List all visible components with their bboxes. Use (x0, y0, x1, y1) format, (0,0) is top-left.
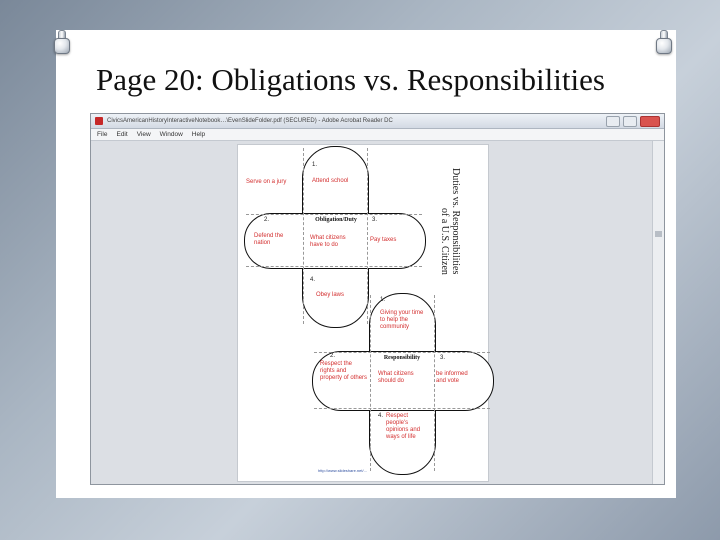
acrobat-icon (95, 117, 103, 125)
minimize-button[interactable] (606, 116, 620, 127)
obligation-item-3: Pay taxes (370, 237, 397, 243)
vertical-scrollbar[interactable] (652, 141, 664, 484)
close-button[interactable] (640, 116, 660, 127)
obligation-number-4: 4. (310, 277, 316, 283)
responsibility-center-label: Responsibility (383, 355, 421, 361)
responsibility-item-1: Giving your time to help the community (380, 310, 424, 330)
responsibility-divider-bottom (314, 408, 490, 409)
obligation-center-label: Obligation/Duty (315, 217, 357, 223)
obligation-item-2: Defend the nation (254, 233, 284, 246)
obligation-number-1: 1. (312, 162, 318, 168)
window-title: CivicsAmericanHistoryInteractiveNotebook… (107, 118, 393, 124)
obligation-divider-bottom (246, 266, 422, 267)
responsibility-item-2: Respect the rights and property of other… (320, 361, 368, 381)
responsibility-divider-right (434, 295, 435, 471)
obligation-outside-left: Serve on a jury (246, 179, 287, 185)
obligation-item-4: Obey laws (316, 292, 345, 298)
responsibility-item-4: Respect people's opinions and ways of li… (386, 413, 421, 440)
document-vertical-title: Duties vs. Responsibilities of a U.S. Ci… (439, 168, 461, 275)
obligation-divider-left (303, 148, 304, 324)
responsibility-divider-left (370, 295, 371, 471)
responsibility-number-2: 2. (330, 353, 336, 359)
footer-url[interactable]: http://www.slideshare.net/... (318, 468, 367, 473)
responsibility-item-3: be informed and vote (436, 371, 468, 384)
obligation-item-1: Attend school (312, 178, 349, 184)
menu-bar: File Edit View Window Help (91, 129, 664, 141)
menu-file[interactable]: File (97, 129, 107, 140)
menu-edit[interactable]: Edit (116, 129, 127, 140)
responsibility-number-3: 3. (440, 355, 446, 361)
responsibility-number-4: 4. (378, 413, 384, 419)
binder-ring-left-icon (54, 38, 70, 54)
slide-title: Page 20: Obligations vs. Responsibilitie… (96, 62, 605, 97)
acrobat-window: CivicsAmericanHistoryInteractiveNotebook… (90, 113, 665, 485)
obligation-divider-top (246, 214, 422, 215)
responsibility-number-1: 1. (380, 297, 386, 303)
maximize-button[interactable] (623, 116, 637, 127)
obligation-center-note: What citizens have to do (310, 235, 346, 248)
pdf-page: 1. Attend school Serve on a jury 2. Defe… (237, 144, 494, 482)
document-area[interactable]: 1. Attend school Serve on a jury 2. Defe… (91, 141, 664, 484)
binder-ring-right-icon (656, 38, 672, 54)
menu-window[interactable]: Window (160, 129, 183, 140)
obligation-number-2: 2. (264, 217, 270, 223)
window-titlebar: CivicsAmericanHistoryInteractiveNotebook… (91, 114, 664, 129)
scrollbar-thumb[interactable] (655, 231, 662, 237)
vertical-title-line-2: of a U.S. Citizen (439, 208, 450, 275)
responsibility-center-note: What citizens should do (378, 371, 414, 384)
obligation-number-3: 3. (372, 217, 378, 223)
menu-help[interactable]: Help (192, 129, 205, 140)
vertical-title-line-1: Duties vs. Responsibilities (450, 168, 461, 275)
obligation-divider-right (367, 148, 368, 324)
menu-view[interactable]: View (137, 129, 151, 140)
responsibility-divider-top (314, 352, 490, 353)
